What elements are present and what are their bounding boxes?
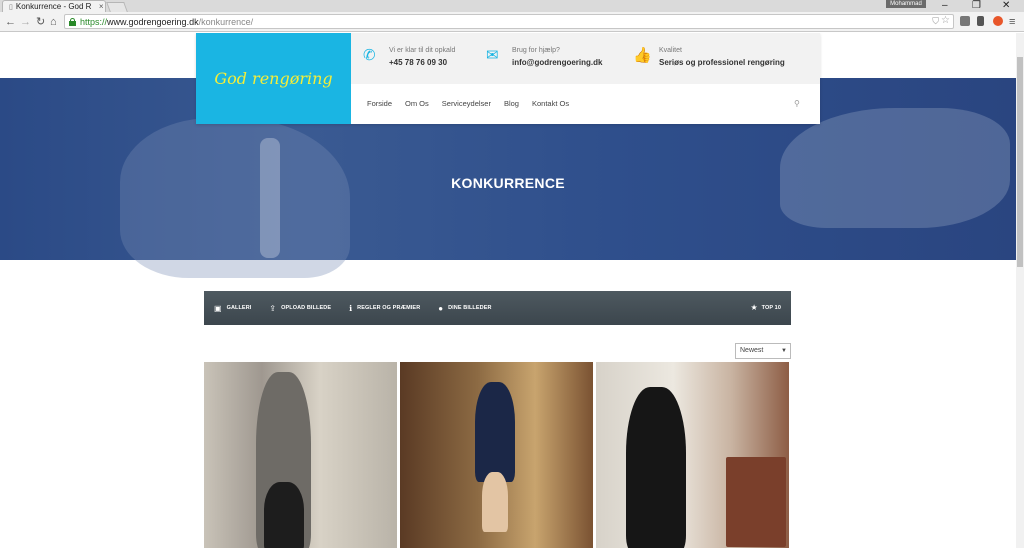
tab-dine-billeder[interactable]: ● DINE BILLEDER [438,304,491,313]
menu-item-blog[interactable]: Blog [504,99,519,108]
lock-icon [69,17,76,26]
photo-subject-legs [264,482,304,548]
forward-icon[interactable]: → [20,15,31,29]
image-icon: ▣ [214,303,222,313]
search-icon[interactable]: ⚲ [794,99,800,108]
extension-icon[interactable] [960,16,970,26]
scrollbar-thumb[interactable] [1017,57,1023,267]
url-host: www.godrengoering.dk [107,16,199,27]
tab-label: TOP 10 [761,304,781,311]
logo-text: God rengøring [214,69,333,88]
phone-extension-icon[interactable] [977,16,984,26]
info-icon: ℹ [349,303,353,313]
home-icon[interactable]: ⌂ [50,15,57,29]
close-window-icon[interactable]: ✕ [1002,0,1010,12]
contact-value: Seriøs og professionel rengøring [659,58,785,67]
reload-icon[interactable]: ↻ [36,15,45,29]
upload-icon: ⇪ [269,303,277,313]
user-icon: ● [438,303,444,313]
sort-selected-value: Newest [740,347,764,354]
menu-item-forside[interactable]: Forside [367,99,392,108]
logo[interactable]: God rengøring [196,33,351,124]
tab-label: OPLOAD BILLEDE [281,305,332,311]
gallery-photo[interactable] [596,362,789,548]
page-scrollbar[interactable] [1016,33,1024,548]
tab-title: Konkurrence - God R [15,2,92,11]
contact-label: Kvalitet [659,47,682,54]
menu-item-om-os[interactable]: Om Os [405,99,429,108]
tab-close-icon[interactable]: × [99,2,104,11]
menu-icon[interactable]: ≡ [1009,15,1015,29]
contact-value[interactable]: info@godrengoering.dk [512,58,602,67]
menu-item-kontakt-os[interactable]: Kontakt Os [532,99,569,108]
hero-broom [260,138,280,258]
star-icon: ★ [750,303,758,312]
browser-tab-strip: ▯ Konkurrence - God R × Mohammad – ❐ ✕ [0,0,1024,12]
menu-item-serviceydelser[interactable]: Serviceydelser [442,99,491,108]
site-header: God rengøring ✆ Vi er klar til dit opkal… [196,33,820,124]
shield-icon[interactable]: ⛉ [932,16,939,27]
photo-dresser [726,457,786,547]
restore-icon[interactable]: ❐ [972,0,981,12]
contact-quality: 👍 Kvalitet Seriøs og professionel rengør… [633,47,785,67]
thumbs-up-icon: 👍 [633,47,652,64]
contact-email: ✉ Brug for hjælp? info@godrengoering.dk [486,47,602,67]
profile-badge[interactable]: Mohammad [886,0,926,8]
photo-subject-legs [482,472,508,532]
photo-subject [475,382,515,482]
back-icon[interactable]: ← [5,15,16,29]
star-icon[interactable]: ☆ [941,15,950,26]
tab-regler-og-praemier[interactable]: ℹ REGLER OG PRÆMIER [349,304,420,313]
contest-toolbar: ▣ GALLERI ⇪ OPLOAD BILLEDE ℹ REGLER OG P… [204,291,791,325]
gallery-photo[interactable] [204,362,397,548]
hero-figure-right [780,108,1010,228]
browser-toolbar: ← → ↻ ⌂ https://www.godrengoering.dk/kon… [0,12,1024,32]
fire-extension-icon[interactable] [993,16,1003,26]
phone-icon: ✆ [363,47,376,64]
tab-opload-billede[interactable]: ⇪ OPLOAD BILLEDE [269,304,331,313]
tab-label: REGLER OG PRÆMIER [357,305,421,311]
contact-label: Vi er klar til dit opkald [389,47,456,54]
minimize-icon[interactable]: – [942,0,948,12]
hero-figure-left [120,118,350,278]
sort-select[interactable]: Newest ▼ [735,343,791,359]
page-icon: ▯ [9,3,13,11]
url-path: /konkurrence/ [198,16,254,27]
url-scheme: https:// [80,16,108,27]
contact-phone: ✆ Vi er klar til dit opkald +45 78 76 09… [363,47,455,67]
page-content: KONKURRENCE God rengøring ✆ Vi er klar t… [0,33,1016,548]
tab-top-10[interactable]: ★ TOP 10 [750,303,781,312]
tab-galleri[interactable]: ▣ GALLERI [214,304,251,313]
tab-label: DINE BILLEDER [448,305,492,311]
page-title: KONKURRENCE [451,175,565,191]
contact-label: Brug for hjælp? [512,47,560,54]
contact-value[interactable]: +45 78 76 09 30 [389,58,455,67]
main-menu: Forside Om Os Serviceydelser Blog Kontak… [367,99,569,108]
chevron-down-icon: ▼ [781,348,787,354]
photo-gallery [204,362,791,548]
contact-strip: ✆ Vi er klar til dit opkald +45 78 76 09… [351,33,820,84]
tab-label: GALLERI [226,305,252,311]
new-tab-button[interactable] [106,2,128,12]
gallery-photo[interactable] [400,362,593,548]
photo-subject [626,387,686,548]
envelope-icon: ✉ [486,47,499,64]
browser-tab[interactable]: ▯ Konkurrence - God R × [2,0,106,12]
address-bar[interactable]: https://www.godrengoering.dk/konkurrence… [64,14,954,29]
